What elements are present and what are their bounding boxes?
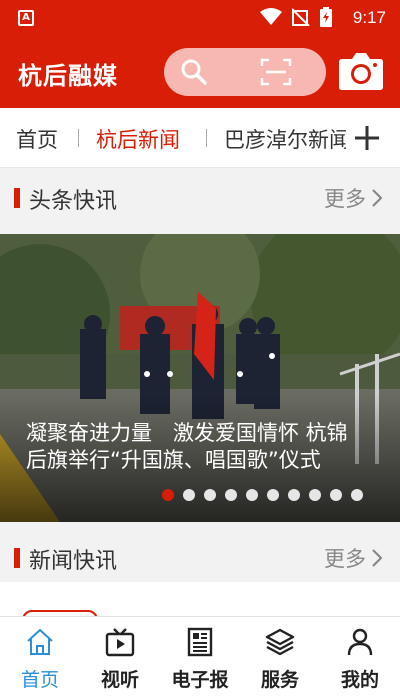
app-header: 杭后融媒 xyxy=(0,36,400,108)
app-notification-icon: A xyxy=(18,10,34,26)
status-time: 9:17 xyxy=(352,8,386,27)
nav-home[interactable]: 首页 xyxy=(0,617,80,700)
wifi-icon xyxy=(260,8,282,25)
section-title: 新闻快讯 xyxy=(29,549,118,574)
nav-profile[interactable]: 我的 xyxy=(320,617,400,700)
channel-tabs: 首页 杭后新闻 巴彦淖尔新闻 xyxy=(0,108,400,168)
more-label: 更多 xyxy=(324,187,366,211)
carousel-dot[interactable] xyxy=(309,489,321,501)
tab-hanghou-news[interactable]: 杭后新闻 xyxy=(96,124,180,154)
section-title: 头条快讯 xyxy=(29,189,118,214)
nav-label: 首页 xyxy=(20,669,59,691)
nav-epaper[interactable]: 电子报 xyxy=(160,617,240,700)
nav-services[interactable]: 服务 xyxy=(240,617,320,700)
nav-label: 服务 xyxy=(260,669,299,691)
scan-icon[interactable] xyxy=(260,57,292,87)
home-icon xyxy=(27,628,53,655)
more-label: 更多 xyxy=(324,547,366,571)
headline-more-link[interactable]: 更多 xyxy=(324,183,382,213)
search-icon[interactable] xyxy=(180,58,208,86)
nav-label: 视听 xyxy=(100,669,139,691)
tab-divider xyxy=(78,129,79,147)
user-icon xyxy=(347,628,373,656)
banner-caption[interactable]: 凝聚奋进力量 激发爱国情怀 杭锦后旗举行“升国旗、唱国歌”仪式 xyxy=(26,420,366,474)
news-section-header: 新闻快讯 更多 xyxy=(0,528,400,588)
section-marker xyxy=(14,188,20,208)
newspaper-icon xyxy=(187,627,213,657)
nav-video[interactable]: 视听 xyxy=(80,617,160,700)
no-signal-icon xyxy=(292,8,310,26)
status-icons xyxy=(260,7,332,27)
carousel-dot[interactable] xyxy=(225,489,237,501)
app-screen: A 9:17 杭后融媒 首页 杭后新闻 巴彦淖尔新闻 头条快讯 更多 凝聚奋进力… xyxy=(0,0,400,700)
tab-bayannur-news[interactable]: 巴彦淖尔新闻 xyxy=(224,124,346,154)
status-bar: A 9:17 xyxy=(0,0,400,36)
nav-label: 电子报 xyxy=(171,669,229,691)
section-marker xyxy=(14,548,20,568)
carousel-dot[interactable] xyxy=(288,489,300,501)
headline-section-header: 头条快讯 更多 xyxy=(0,168,400,228)
app-logo: 杭后融媒 xyxy=(18,61,118,90)
channel-scroll: 首页 杭后新闻 巴彦淖尔新闻 xyxy=(0,108,346,168)
layers-icon xyxy=(265,628,295,656)
plus-icon[interactable] xyxy=(350,118,384,156)
carousel-dot[interactable] xyxy=(183,489,195,501)
chevron-right-icon xyxy=(372,189,382,207)
carousel-dot[interactable] xyxy=(351,489,363,501)
nav-label: 我的 xyxy=(340,669,379,691)
tab-divider xyxy=(206,129,207,147)
camera-icon[interactable] xyxy=(338,51,384,91)
bottom-navigation: 首页 视听 电子报 服务 我的 xyxy=(0,616,400,700)
carousel-dot[interactable] xyxy=(246,489,258,501)
battery-icon xyxy=(320,7,332,27)
video-icon xyxy=(105,628,135,657)
search-bar[interactable] xyxy=(164,48,326,96)
headline-carousel[interactable]: 凝聚奋进力量 激发爱国情怀 杭锦后旗举行“升国旗、唱国歌”仪式 xyxy=(0,234,400,522)
carousel-dot[interactable] xyxy=(267,489,279,501)
news-more-link[interactable]: 更多 xyxy=(324,543,382,573)
carousel-indicator xyxy=(162,489,363,501)
carousel-dot[interactable] xyxy=(330,489,342,501)
chevron-right-icon xyxy=(372,549,382,567)
carousel-dot[interactable] xyxy=(162,489,174,501)
tab-home[interactable]: 首页 xyxy=(16,124,58,154)
carousel-dot[interactable] xyxy=(204,489,216,501)
